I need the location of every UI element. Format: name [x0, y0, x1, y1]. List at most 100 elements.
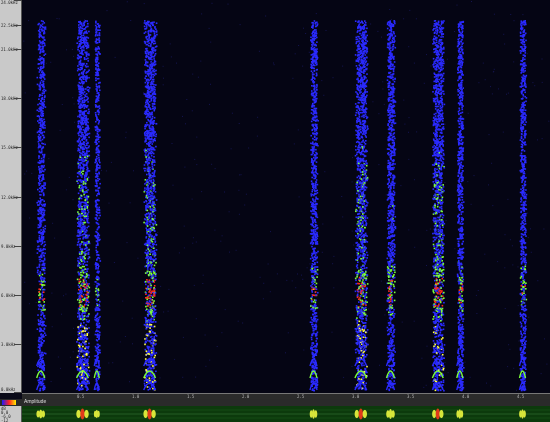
spectral-point [39, 337, 42, 339]
spectral-point [95, 172, 97, 175]
spectral-point [144, 95, 147, 97]
spectral-point [41, 103, 44, 105]
spectral-point [82, 113, 85, 115]
noise-speck [209, 103, 210, 105]
spectral-point [145, 196, 147, 199]
spectral-point [144, 222, 147, 224]
spectral-point [38, 324, 41, 326]
spectral-point [81, 265, 84, 268]
spectral-point [43, 32, 45, 34]
spectral-point [96, 138, 98, 140]
noise-speck [60, 367, 61, 369]
spectral-point [42, 63, 45, 66]
spectral-point [39, 222, 42, 225]
spectral-point [97, 177, 99, 180]
spectral-point [79, 52, 81, 54]
noise-speck [308, 51, 310, 53]
spectral-point [80, 194, 83, 197]
spectrogram-canvas[interactable] [22, 0, 550, 393]
spectral-point [149, 202, 152, 204]
spectral-point [87, 86, 89, 88]
noise-speck [71, 48, 73, 50]
spectral-point [98, 217, 100, 219]
spectral-point [154, 34, 157, 37]
spectral-point [80, 92, 83, 94]
spectral-point [42, 20, 44, 23]
spectral-point [37, 146, 40, 149]
spectral-point [151, 172, 154, 174]
spectral-point [80, 31, 83, 33]
spectral-point [146, 347, 149, 349]
spectral-point [82, 312, 84, 314]
spectral-point [150, 71, 153, 73]
spectral-point [79, 116, 81, 118]
spectral-point [143, 323, 146, 326]
noise-speck [368, 308, 370, 310]
spectral-point [82, 63, 85, 65]
spectral-point [83, 321, 85, 324]
spectral-point [154, 161, 156, 163]
spectral-point [83, 217, 86, 219]
spectral-point [150, 157, 152, 160]
spectral-point [147, 141, 150, 144]
spectral-point [81, 226, 84, 228]
noise-speck [133, 170, 134, 172]
spectral-point [144, 342, 147, 344]
spectral-point [97, 23, 99, 25]
spectral-point [39, 303, 41, 306]
spectral-point [78, 389, 80, 391]
noise-speck [270, 231, 271, 233]
spectral-point [151, 306, 154, 308]
spectral-point [39, 292, 41, 295]
spectral-point [81, 67, 83, 70]
spectral-point [88, 87, 91, 89]
spectral-point [149, 298, 152, 300]
noise-speck [415, 18, 417, 20]
noise-speck [408, 131, 409, 133]
spectral-point [83, 315, 86, 317]
spectral-point [98, 81, 101, 84]
spectral-point [144, 218, 147, 221]
noise-speck [413, 320, 415, 322]
spectral-point [143, 221, 145, 224]
spectral-point [316, 276, 318, 278]
spectral-point [40, 100, 42, 103]
noise-speck [321, 251, 323, 253]
spectral-point [40, 63, 43, 65]
spectral-point [147, 118, 149, 121]
spectrogram-view[interactable] [22, 0, 550, 393]
spectral-point [42, 194, 45, 197]
spectral-point [40, 188, 42, 190]
spectral-point [150, 356, 153, 359]
spectral-point [97, 145, 99, 148]
spectral-point [96, 96, 99, 99]
spectral-point [150, 94, 152, 97]
spectral-point [78, 202, 81, 205]
spectral-point [44, 248, 46, 251]
spectral-point [147, 104, 150, 106]
noise-speck [72, 351, 74, 353]
noise-speck [183, 247, 185, 249]
spectral-point [79, 100, 81, 103]
spectral-point [145, 62, 147, 65]
noise-speck [31, 172, 33, 174]
spectral-point [145, 317, 147, 320]
spectral-point [152, 274, 154, 276]
spectral-point [85, 368, 87, 370]
spectral-point [41, 199, 44, 201]
spectral-point [149, 159, 151, 162]
spectral-point [82, 42, 84, 44]
spectral-point [87, 60, 89, 62]
noise-speck [73, 327, 74, 329]
spectral-point [40, 384, 42, 387]
spectral-point [98, 337, 100, 340]
spectral-point [76, 69, 79, 72]
spectral-point [41, 295, 43, 298]
spectral-point [76, 179, 79, 182]
spectral-point [40, 79, 43, 82]
noise-speck [68, 176, 70, 178]
spectral-point [39, 89, 42, 91]
spectral-point [84, 312, 87, 314]
spectral-point [43, 241, 46, 243]
spectral-point [152, 70, 154, 72]
